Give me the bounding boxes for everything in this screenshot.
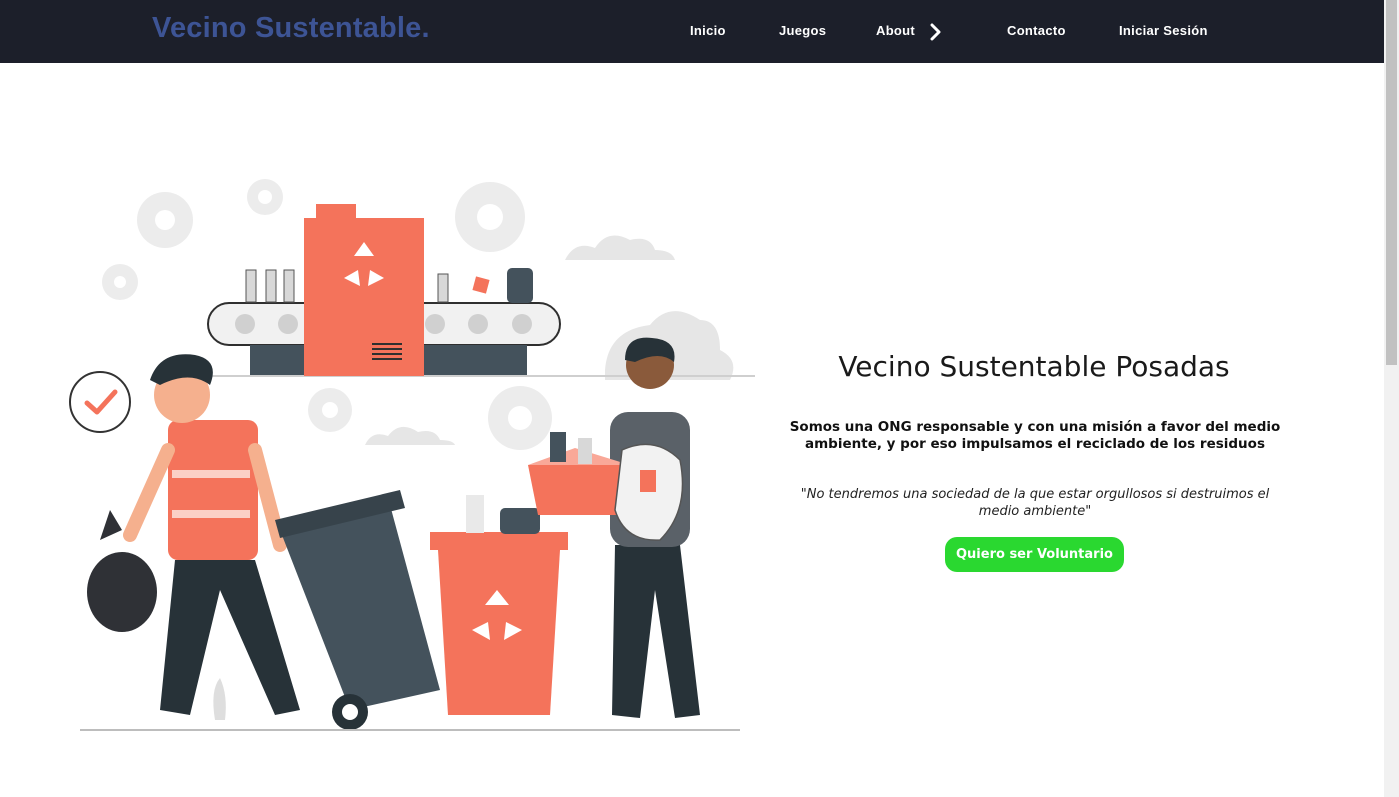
volunteer-button[interactable]: Quiero ser Voluntario (945, 537, 1124, 572)
hero-description: Somos una ONG responsable y con una misi… (789, 419, 1281, 452)
gray-recycle-bin (275, 490, 440, 730)
nav-link-inicio[interactable]: Inicio (690, 23, 726, 38)
hero-quote: "No tendremos una sociedad de la que est… (800, 487, 1270, 519)
nav-link-about[interactable]: About (876, 23, 915, 38)
nav-link-contacto[interactable]: Contacto (1007, 23, 1066, 38)
scrollbar-thumb[interactable] (1386, 0, 1397, 365)
red-recycle-bin (430, 495, 568, 715)
nav-link-iniciar-sesion[interactable]: Iniciar Sesión (1119, 23, 1208, 38)
hero-title: Vecino Sustentable Posadas (838, 350, 1230, 383)
chevron-right-icon[interactable] (929, 23, 943, 41)
top-navbar: Vecino Sustentable. Inicio Juegos About … (0, 0, 1384, 63)
nav-link-juegos[interactable]: Juegos (779, 23, 826, 38)
brand-logo[interactable]: Vecino Sustentable. (152, 12, 430, 45)
volunteer-right (528, 337, 700, 718)
recycling-illustration (69, 179, 755, 731)
